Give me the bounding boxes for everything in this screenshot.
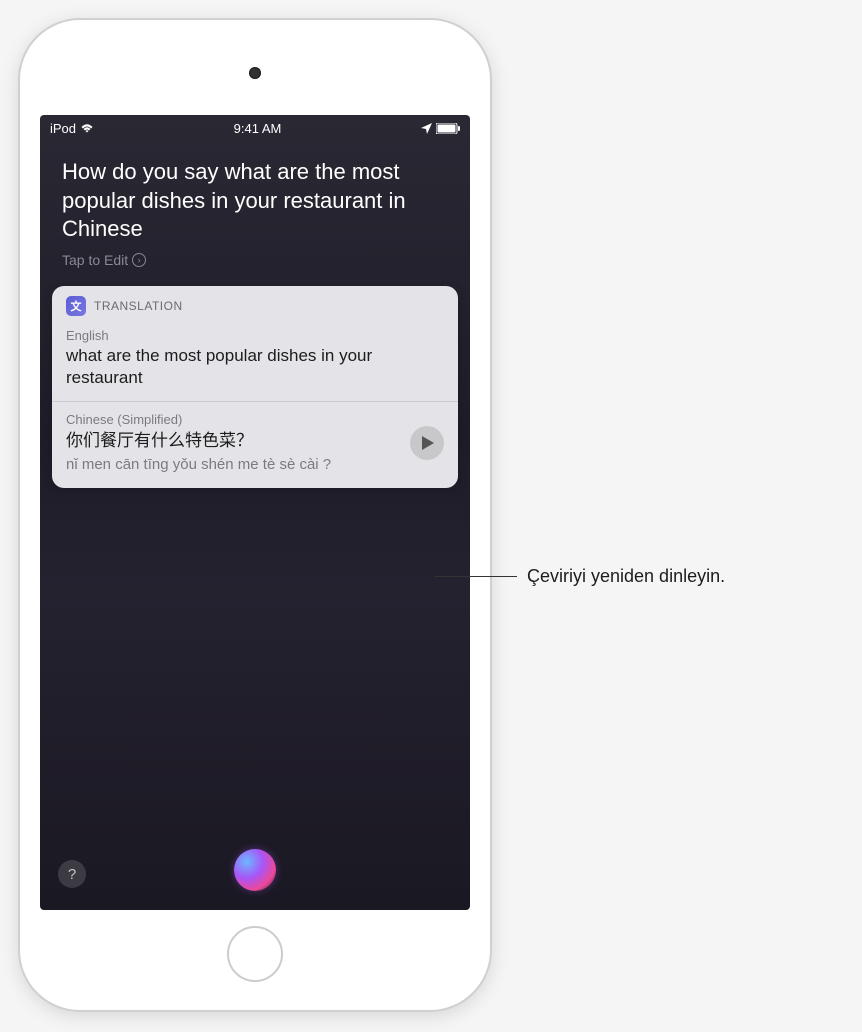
device-frame: iPod 9:41 AM How do you say what are the… (20, 20, 490, 1010)
bottom-bar: ? (40, 830, 470, 910)
tap-to-edit-button[interactable]: Tap to Edit › (40, 252, 470, 286)
target-lang-label: Chinese (Simplified) (66, 412, 402, 427)
battery-icon (436, 123, 460, 134)
status-time: 9:41 AM (234, 121, 282, 136)
play-icon (422, 436, 434, 450)
source-text: what are the most popular dishes in your… (66, 345, 444, 389)
play-translation-button[interactable] (410, 426, 444, 460)
help-button[interactable]: ? (58, 860, 86, 888)
user-query-text[interactable]: How do you say what are the most popular… (40, 138, 470, 252)
source-lang-label: English (66, 328, 444, 343)
chevron-right-icon: › (132, 253, 146, 267)
device-label: iPod (50, 121, 76, 136)
card-header-label: TRANSLATION (94, 299, 183, 313)
romanization-text: nǐ men cān tīng yǒu shén me tè sè cài ? (66, 455, 402, 475)
front-camera (249, 67, 261, 79)
wifi-icon (80, 123, 94, 134)
location-icon (421, 123, 432, 134)
target-section: Chinese (Simplified) 你们餐厅有什么特色菜？ nǐ men … (52, 402, 458, 488)
target-text: 你们餐厅有什么特色菜？ (66, 429, 402, 453)
callout-text: Çeviriyi yeniden dinleyin. (527, 566, 725, 587)
callout-line (435, 576, 517, 577)
translate-app-icon: 文 (66, 296, 86, 316)
home-button[interactable] (227, 926, 283, 982)
callout: Çeviriyi yeniden dinleyin. (435, 566, 725, 587)
target-content: Chinese (Simplified) 你们餐厅有什么特色菜？ nǐ men … (66, 412, 402, 474)
status-right (421, 123, 460, 134)
siri-orb-button[interactable] (234, 849, 276, 891)
status-left: iPod (50, 121, 94, 136)
tap-to-edit-label: Tap to Edit (62, 252, 128, 268)
screen: iPod 9:41 AM How do you say what are the… (40, 115, 470, 910)
translation-card: 文 TRANSLATION English what are the most … (52, 286, 458, 488)
status-bar: iPod 9:41 AM (40, 115, 470, 138)
source-section: English what are the most popular dishes… (52, 322, 458, 402)
card-header: 文 TRANSLATION (52, 286, 458, 322)
help-icon: ? (68, 866, 76, 883)
